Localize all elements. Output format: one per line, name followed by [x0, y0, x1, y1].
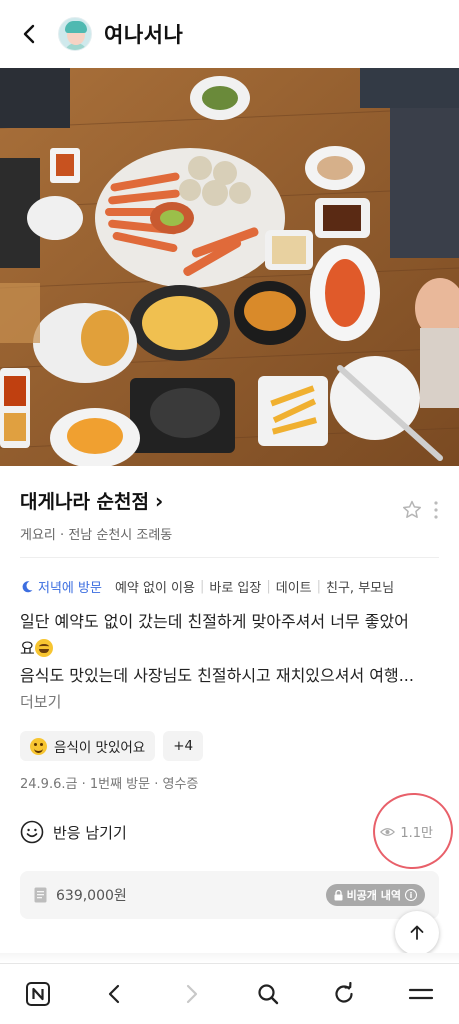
place-category: 게요리 — [20, 528, 56, 543]
receipt-price: 639,000원 — [56, 888, 127, 904]
food-photo-illustration — [0, 68, 459, 466]
lock-icon — [334, 889, 343, 900]
more-vertical-icon[interactable] — [433, 500, 439, 520]
visit-tags: 저녁에 방문 예약 없이 이용 | 바로 입장 | 데이트 | 친구, 부모님 — [20, 577, 445, 596]
review-photo[interactable] — [0, 68, 459, 466]
review-text[interactable]: 일단 예약도 없이 갔는데 친절하게 맞아주셔서 너무 좋았어 요 음식도 맛있… — [20, 608, 441, 716]
tag-separator: | — [266, 579, 271, 594]
grin-emoji-icon — [34, 639, 53, 657]
place-info: 대게나라 순천점 › 게요리 · 전남 순천시 조례동 — [20, 487, 439, 543]
review-line-with-emoji: 요 — [20, 635, 441, 662]
receipt-box: 639,000원 비공개 내역 i — [20, 871, 439, 919]
place-name: 대게나라 순천점 — [20, 491, 149, 513]
tag-separator: | — [199, 579, 205, 594]
user-nickname[interactable]: 여나서나 — [104, 19, 183, 49]
home-button[interactable] — [16, 972, 60, 1016]
tag-item: 바로 입장 — [209, 581, 262, 596]
tag-item: 데이트 — [275, 581, 312, 596]
browser-back-button[interactable] — [93, 972, 137, 1016]
back-button[interactable] — [16, 20, 44, 48]
visit-meta: 24.9.6.금 · 1번째 방문 · 영수증 — [20, 777, 199, 792]
place-actions — [401, 499, 439, 521]
info-icon: i — [405, 889, 417, 901]
browser-toolbar — [0, 963, 459, 1024]
receipt-icon — [34, 887, 47, 903]
leave-reaction-button[interactable]: 반응 남기기 — [53, 822, 127, 843]
menu-button[interactable] — [399, 972, 443, 1016]
arrow-up-icon — [410, 925, 424, 940]
refresh-button[interactable] — [322, 972, 366, 1016]
tag-item: 친구, 부모님 — [326, 581, 395, 596]
tag-item: 예약 없이 이용 — [114, 581, 195, 596]
search-button[interactable] — [246, 972, 290, 1016]
menu-icon — [408, 988, 433, 1000]
browser-forward-button[interactable] — [169, 972, 213, 1016]
keyword-chip[interactable]: 음식이 맛있어요 — [20, 731, 156, 761]
star-icon[interactable] — [401, 499, 423, 521]
visit-time-tag: 저녁에 방문 — [38, 581, 102, 596]
place-subtitle: 게요리 · 전남 순천시 조례동 — [20, 524, 439, 543]
red-circle-annotation — [368, 787, 458, 875]
search-icon — [258, 984, 278, 1005]
avatar[interactable] — [58, 17, 92, 51]
separator-dot: · — [60, 528, 65, 543]
scroll-to-top-button[interactable] — [395, 911, 439, 955]
place-location: 전남 순천시 조례동 — [68, 528, 173, 543]
private-details-badge[interactable]: 비공개 내역 i — [325, 884, 425, 906]
review-line: 음식도 맛있는데 사장님도 친절하시고 재치있으셔서 여행... — [20, 666, 414, 685]
private-details-label: 비공개 내역 — [346, 889, 401, 902]
more-link[interactable]: 더보기 — [20, 689, 441, 716]
tag-separator: | — [316, 579, 322, 594]
content-end-shadow — [0, 953, 459, 963]
back-icon — [108, 984, 119, 1004]
moon-icon — [22, 580, 33, 592]
naver-n-icon — [26, 982, 51, 1006]
keyword-chips: 음식이 맛있어요 +4 — [20, 731, 204, 761]
more-keywords-chip[interactable]: +4 — [163, 731, 204, 761]
divider — [20, 557, 439, 558]
place-name-link[interactable]: 대게나라 순천점 › — [20, 487, 439, 514]
forward-icon — [187, 984, 198, 1004]
chevron-left-icon — [23, 24, 35, 44]
review-line: 일단 예약도 없이 갔는데 친절하게 맞아주셔서 너무 좋았어 — [20, 612, 409, 631]
smile-emoji-icon — [30, 737, 47, 755]
top-header: 여나서나 — [0, 0, 459, 68]
review-line: 요 — [20, 639, 35, 658]
chevron-right-icon: › — [154, 488, 164, 513]
refresh-icon — [335, 982, 353, 1003]
keyword-chip-label: 음식이 맛있어요 — [54, 740, 146, 756]
smiley-face-icon[interactable] — [20, 820, 44, 844]
